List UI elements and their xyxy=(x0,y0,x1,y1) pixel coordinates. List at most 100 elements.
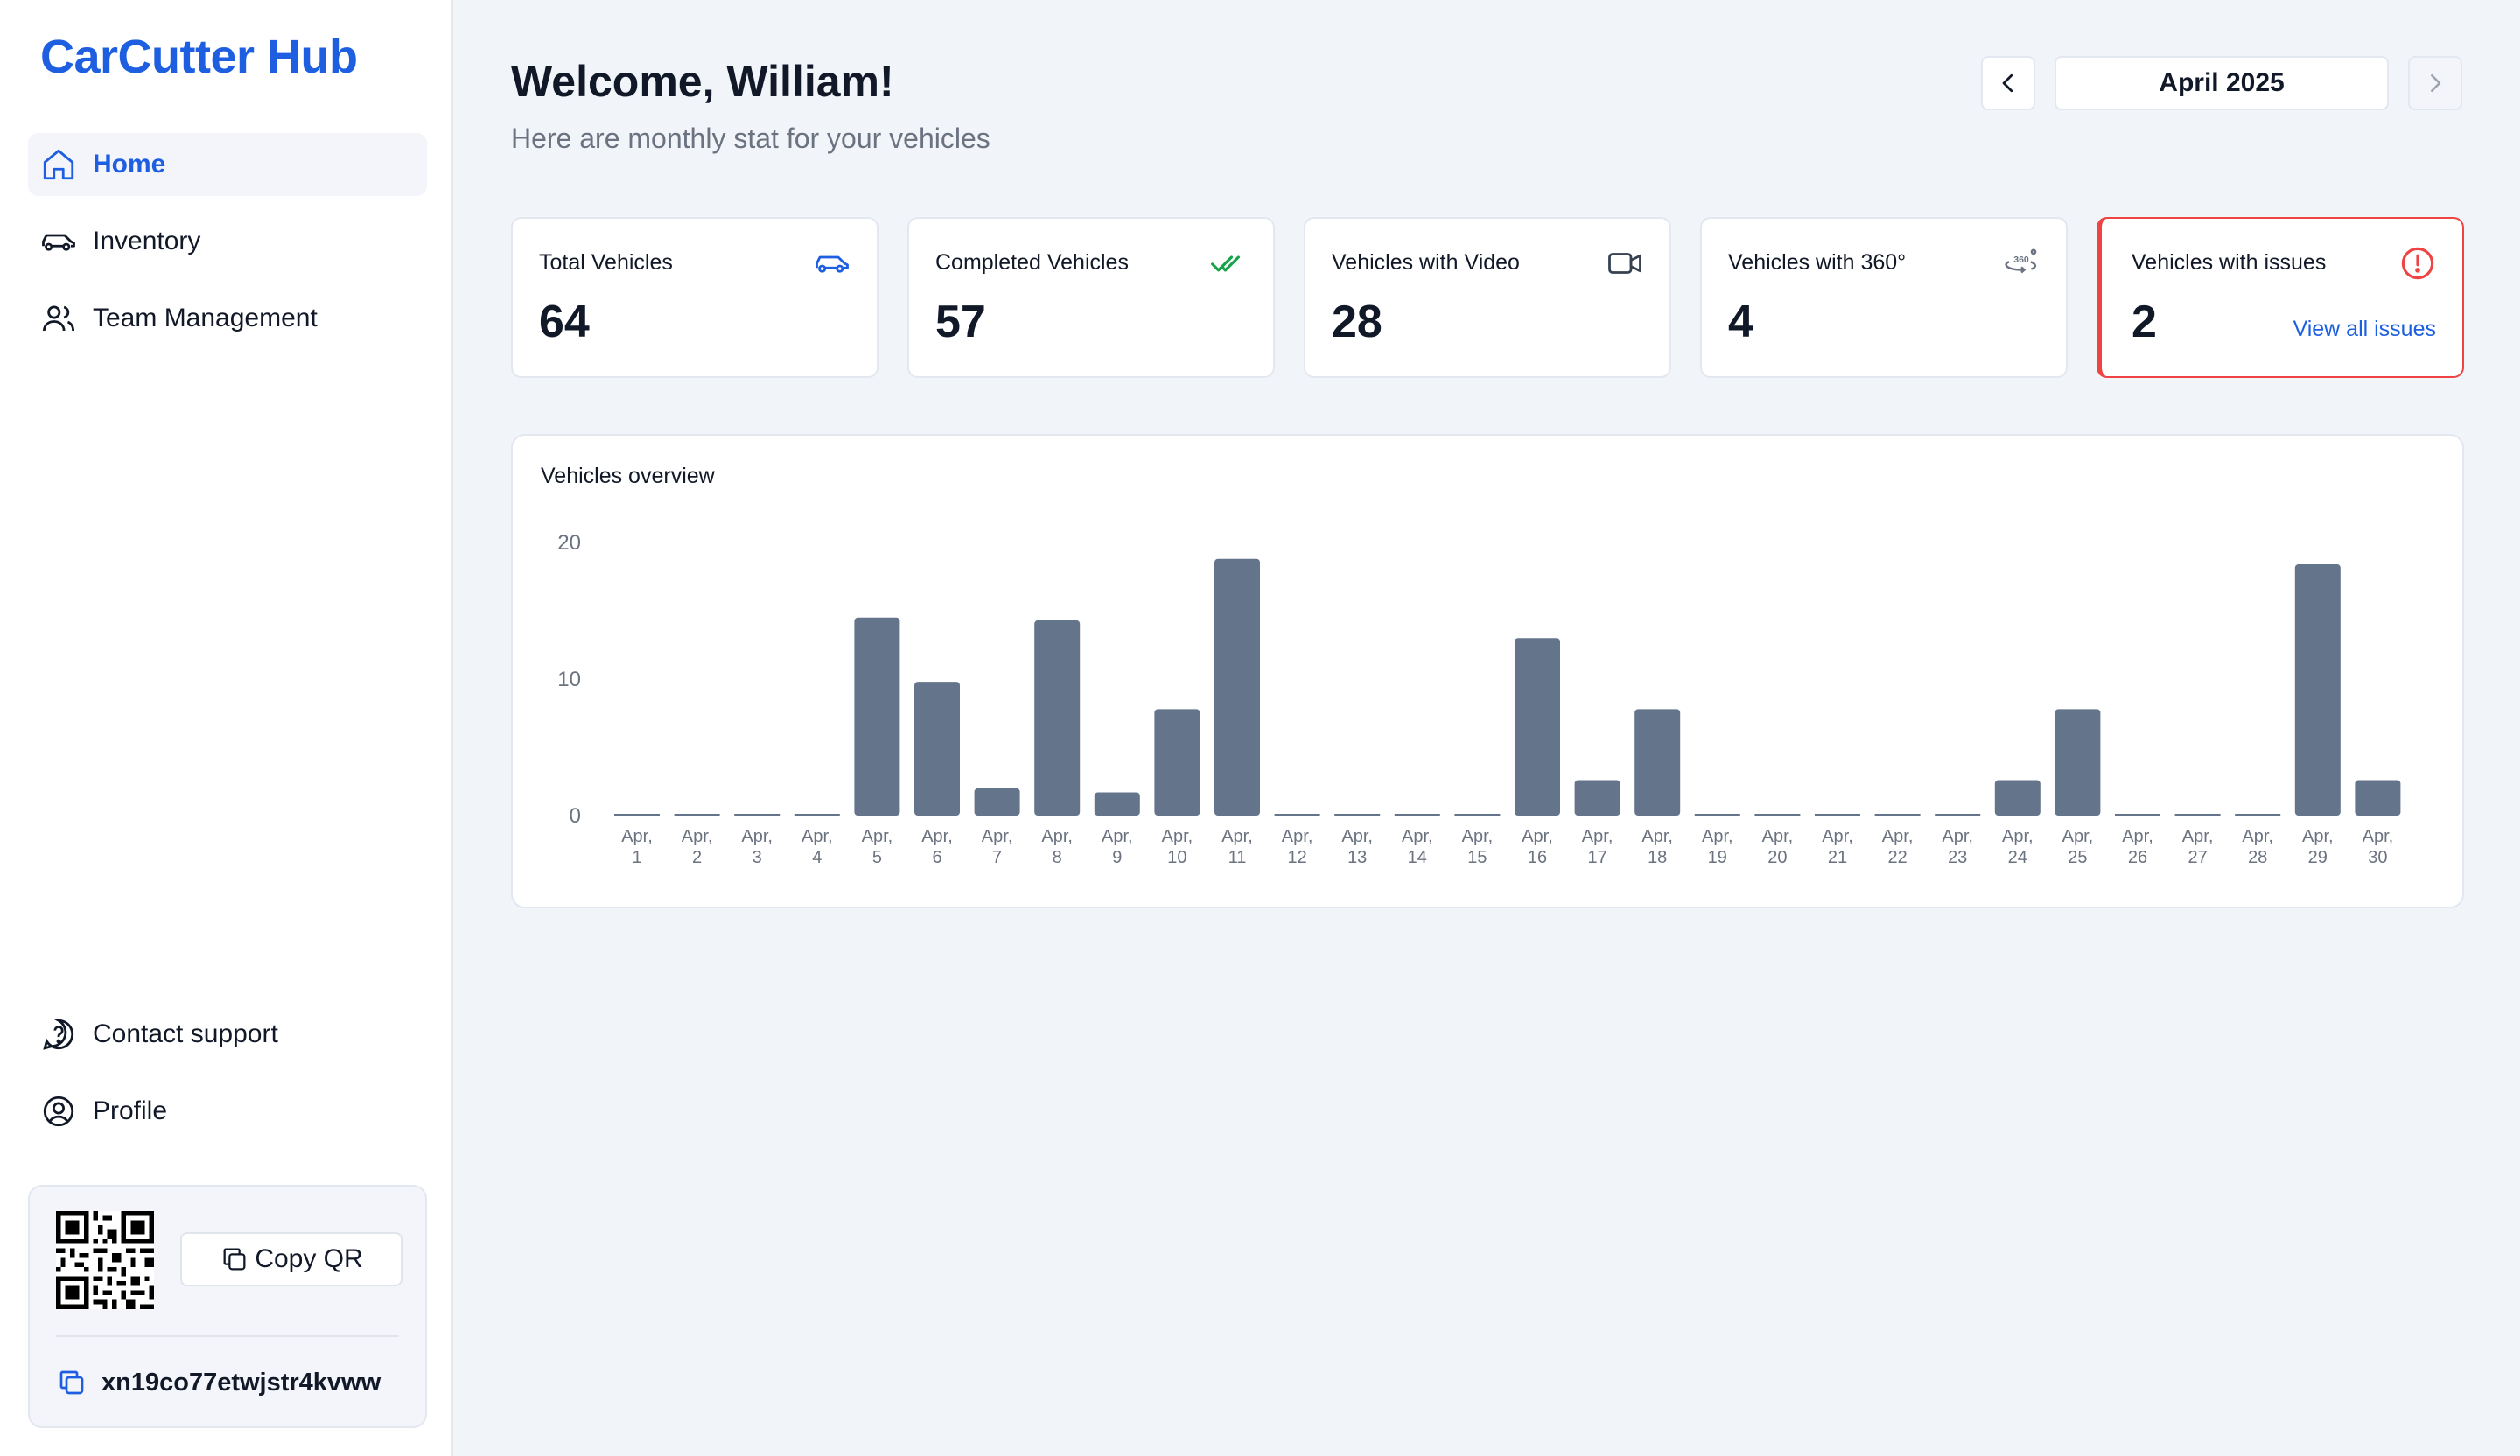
chart-bar[interactable] xyxy=(1214,558,1260,816)
copy-icon xyxy=(60,1370,84,1395)
chart-bar[interactable] xyxy=(1334,814,1381,816)
qr-code xyxy=(56,1211,154,1309)
chart-bar[interactable] xyxy=(1815,814,1860,816)
vehicles-overview-chart: Vehicles overview 0 10 20 Apr, 1 Apr, 2 Apr, 3 Ap… xyxy=(511,434,2464,908)
stat-label: Vehicles with issues xyxy=(2132,250,2327,275)
month-display: April 2025 xyxy=(2054,56,2389,110)
chart-bar[interactable] xyxy=(614,814,660,816)
svg-text:360: 360 xyxy=(2013,255,2029,265)
workspace-code: xn19co77etwjstr4kvww xyxy=(102,1368,382,1396)
stat-card-vehicles-with-issues: Vehicles with issues 2 View all issues xyxy=(2096,217,2464,378)
x-tick-label: Apr, 22 xyxy=(1882,827,1914,867)
x-tick-label: Apr, 5 xyxy=(862,827,893,867)
chart-bar[interactable] xyxy=(2235,814,2281,816)
y-tick-label: 10 xyxy=(557,668,581,691)
chart-bar[interactable] xyxy=(2355,780,2401,816)
x-tick-label: Apr, 21 xyxy=(1822,827,1853,867)
x-tick-label: Apr, 13 xyxy=(1341,827,1373,867)
chart-bar[interactable] xyxy=(794,814,840,816)
stat-value: 57 xyxy=(935,297,986,347)
sidebar-item-inventory[interactable]: Inventory xyxy=(28,210,427,273)
x-tick-label: Apr, 10 xyxy=(1162,827,1194,867)
360-icon: 360 xyxy=(2005,248,2037,274)
copy-code-button[interactable]: xn19co77etwjstr4kvww xyxy=(56,1367,381,1398)
x-tick-label: Apr, 26 xyxy=(2122,827,2153,867)
x-tick-label: Apr, 27 xyxy=(2182,827,2214,867)
x-tick-label: Apr, 23 xyxy=(1942,827,1973,867)
x-tick-label: Apr, 9 xyxy=(1102,827,1133,867)
chart-bar[interactable] xyxy=(914,682,960,816)
sidebar-item-label: Profile xyxy=(93,1096,168,1125)
x-tick-label: Apr, 24 xyxy=(2002,827,2034,867)
stat-label: Vehicles with 360° xyxy=(1728,250,1907,275)
x-tick-label: Apr, 25 xyxy=(2062,827,2094,867)
stat-label: Completed Vehicles xyxy=(935,250,1129,275)
chart-bar[interactable] xyxy=(854,617,900,816)
car-icon xyxy=(816,256,849,273)
chart-bar[interactable] xyxy=(1634,709,1681,816)
stat-value: 28 xyxy=(1332,297,1382,347)
chart-bar[interactable] xyxy=(1754,814,1801,816)
stat-card-vehicles-with-video: Vehicles with Video 28 xyxy=(1304,217,1671,378)
stat-value: 4 xyxy=(1728,297,1754,347)
chart-bar[interactable] xyxy=(1874,814,1921,816)
chart-bar[interactable] xyxy=(1994,780,2040,816)
chevron-left-icon xyxy=(2002,74,2013,93)
profile-icon xyxy=(43,1096,74,1127)
chart-bar[interactable] xyxy=(1034,620,1081,816)
car-icon xyxy=(42,234,75,251)
x-tick-label: Apr, 1 xyxy=(621,827,653,867)
double-check-icon xyxy=(1211,256,1240,272)
chart-bar[interactable] xyxy=(2174,814,2221,816)
chart-bar[interactable] xyxy=(1094,792,1140,816)
x-tick-label: Apr, 12 xyxy=(1282,827,1313,867)
chart-bar[interactable] xyxy=(734,814,780,816)
chart-bar[interactable] xyxy=(1454,814,1501,816)
secondary-nav: Contact support Profile xyxy=(28,1003,427,1157)
chart-bar[interactable] xyxy=(2054,709,2101,816)
chart-bar[interactable] xyxy=(1515,638,1560,816)
x-tick-label: Apr, 11 xyxy=(1222,827,1253,867)
sidebar-item-contact-support[interactable]: Contact support xyxy=(28,1003,427,1066)
page-subtitle: Here are monthly stat for your vehicles xyxy=(511,122,990,154)
next-month-button[interactable] xyxy=(2408,56,2462,110)
video-icon xyxy=(1608,253,1642,274)
view-all-issues-link[interactable]: View all issues xyxy=(2292,317,2436,342)
chevron-right-icon xyxy=(2431,74,2441,92)
chart-bar[interactable] xyxy=(1154,709,1200,816)
bar-chart: 0 10 20 Apr, 1 Apr, 2 Apr, 3 Apr, 4 Apr, 5 Apr, 6 Apr, 7… xyxy=(557,531,2401,867)
sidebar: CarCutter Hub Home Inventory Team Manage… xyxy=(0,0,453,1456)
sidebar-item-label: Team Management xyxy=(93,304,318,332)
main-nav: Home Inventory Team Management xyxy=(28,133,427,364)
page-title: Welcome, William! xyxy=(511,57,894,106)
chart-bar[interactable] xyxy=(1694,814,1740,816)
chart-bar[interactable] xyxy=(974,788,1020,816)
copy-icon xyxy=(223,1248,246,1270)
sidebar-item-profile[interactable]: Profile xyxy=(28,1080,427,1143)
chart-bar[interactable] xyxy=(674,814,720,816)
chart-bar[interactable] xyxy=(1574,780,1620,816)
prev-month-button[interactable] xyxy=(1981,56,2035,110)
stat-card-vehicles-with-360: Vehicles with 360° 4 360 xyxy=(1700,217,2068,378)
brand-logo[interactable]: CarCutter Hub xyxy=(40,30,358,84)
chart-bar[interactable] xyxy=(2115,814,2160,816)
copy-qr-button[interactable]: Copy QR xyxy=(180,1232,402,1286)
qr-card: Copy QR xn19co77etwjstr4kvww xyxy=(28,1185,427,1428)
x-tick-label: Apr, 30 xyxy=(2362,827,2394,867)
stat-label: Vehicles with Video xyxy=(1332,250,1520,275)
chart-bar[interactable] xyxy=(2294,564,2341,816)
chart-bar[interactable] xyxy=(1935,814,1981,816)
sidebar-item-team-management[interactable]: Team Management xyxy=(28,287,427,350)
x-tick-label: Apr, 15 xyxy=(1462,827,1494,867)
stat-card-total-vehicles: Total Vehicles 64 xyxy=(511,217,878,378)
stat-value: 2 xyxy=(2132,297,2157,347)
sidebar-item-home[interactable]: Home xyxy=(28,133,427,196)
x-tick-label: Apr, 4 xyxy=(802,827,833,867)
chart-bar[interactable] xyxy=(1394,814,1440,816)
stat-card-completed-vehicles: Completed Vehicles 57 xyxy=(907,217,1275,378)
x-tick-label: Apr, 18 xyxy=(1642,827,1673,867)
chart-bar[interactable] xyxy=(1274,814,1320,816)
sidebar-item-label: Inventory xyxy=(93,227,201,256)
stat-label: Total Vehicles xyxy=(539,250,673,275)
x-tick-label: Apr, 6 xyxy=(921,827,953,867)
